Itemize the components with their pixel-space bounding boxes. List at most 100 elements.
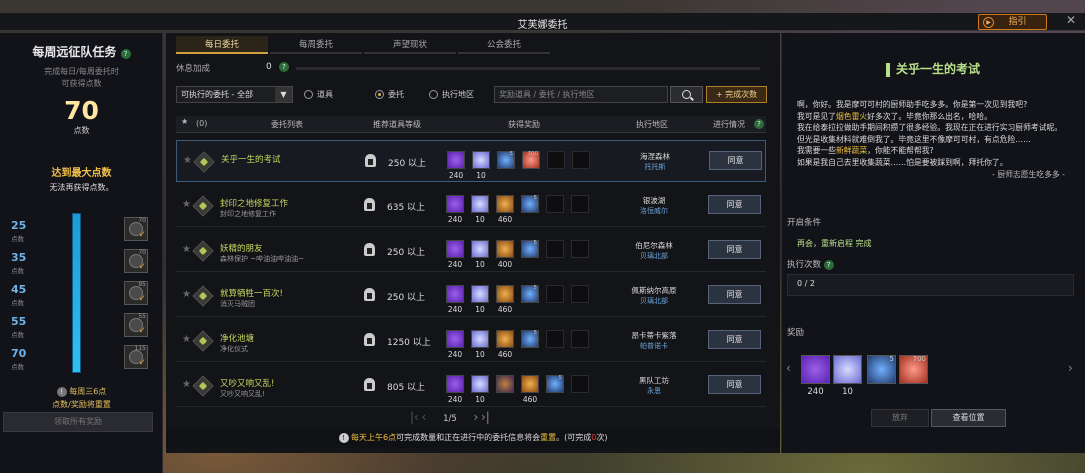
reward-gem-icon[interactable] bbox=[472, 151, 490, 169]
table-row[interactable]: ★ 妖精的朋友 森林保护 ~哔油油哔油油~ 250 以上 240 10 400 5 伯… bbox=[176, 230, 766, 272]
table-row[interactable]: ★ 净化池塘 净化仪式 1250 以上 240 10 460 5 昂卡蒂卡紫落 帕普诺… bbox=[176, 320, 766, 362]
star-icon[interactable]: ★ bbox=[181, 117, 188, 126]
reward-purple-icon[interactable] bbox=[446, 285, 464, 303]
reward-count: 10 bbox=[842, 387, 853, 397]
reward-purple-icon[interactable] bbox=[446, 375, 464, 393]
reward-heart-icon[interactable]: 700 bbox=[522, 151, 540, 169]
help-icon[interactable]: ? bbox=[120, 49, 131, 59]
reward-empty-icon[interactable] bbox=[572, 151, 590, 169]
last-page-icon[interactable]: ›| bbox=[481, 410, 490, 424]
claim-all-button[interactable]: 领取所有奖励 bbox=[3, 412, 153, 432]
reward-flask-icon[interactable] bbox=[496, 195, 514, 213]
tier-reward-box[interactable]: 115 ✓ bbox=[124, 345, 148, 369]
next-reward-icon[interactable]: › bbox=[1068, 361, 1073, 375]
star-icon[interactable]: ★ bbox=[183, 155, 192, 166]
exec-count-box bbox=[787, 274, 1074, 296]
reward-purple-icon[interactable] bbox=[446, 195, 464, 213]
tier-reward-box[interactable]: 95 ✓ bbox=[124, 281, 148, 305]
table-row[interactable]: ★ 关乎一生的考试 250 以上 240 10 5 700 海涅森林 托托斯 同意 bbox=[176, 140, 766, 182]
close-icon[interactable]: ✕ bbox=[1066, 13, 1076, 27]
abandon-button[interactable]: 放弃 bbox=[871, 409, 929, 427]
reward-empty-icon[interactable] bbox=[571, 330, 589, 348]
desc-line-1: 完成每日/每周委托时 bbox=[44, 67, 119, 76]
reward-blue-icon[interactable]: 5 bbox=[521, 285, 539, 303]
star-icon[interactable]: ★ bbox=[182, 199, 191, 210]
view-position-button[interactable]: 查看位置 bbox=[931, 409, 1006, 427]
agree-button[interactable]: 同意 bbox=[708, 285, 761, 304]
reward-gem-icon[interactable] bbox=[471, 375, 489, 393]
radio-item[interactable] bbox=[304, 90, 313, 99]
reward-empty-icon[interactable] bbox=[546, 195, 564, 213]
star-icon[interactable]: ★ bbox=[182, 379, 191, 390]
table-row[interactable]: ★ 就算牺牲一百次! 消灭马贼团 250 以上 240 10 460 5 佩斯纳尔高原… bbox=[176, 275, 766, 317]
reward-empty-icon[interactable] bbox=[571, 375, 589, 393]
reward-gem-icon[interactable] bbox=[471, 240, 489, 258]
agree-button[interactable]: 同意 bbox=[708, 330, 761, 349]
tier-reward-box[interactable]: 70 ✓ bbox=[124, 249, 148, 273]
tier-reward-box[interactable]: 55 ✓ bbox=[124, 313, 148, 337]
reward-mixed-icon[interactable] bbox=[496, 375, 514, 393]
reward-empty-icon[interactable] bbox=[546, 240, 564, 258]
reward-gem-icon[interactable] bbox=[471, 330, 489, 348]
tab-weekly[interactable]: 每周委托 bbox=[270, 36, 362, 54]
star-icon[interactable]: ★ bbox=[182, 289, 191, 300]
reward-purple-icon[interactable] bbox=[446, 330, 464, 348]
agree-button[interactable]: 同意 bbox=[708, 240, 761, 259]
reward-purple-icon[interactable] bbox=[801, 355, 830, 384]
reward-flask-icon[interactable] bbox=[496, 285, 514, 303]
agree-button[interactable]: 同意 bbox=[708, 195, 761, 214]
tab-reputation[interactable]: 声望现状 bbox=[364, 36, 456, 54]
filter-select[interactable]: 可执行的委托 - 全部 ▼ bbox=[176, 86, 293, 103]
reward-blue-icon[interactable]: 5 bbox=[521, 195, 539, 213]
reward-blue-icon[interactable]: 5 bbox=[521, 330, 539, 348]
reward-purple-icon[interactable] bbox=[447, 151, 465, 169]
reward-purple-icon[interactable] bbox=[446, 240, 464, 258]
star-icon[interactable]: ★ bbox=[182, 244, 191, 255]
tab-daily[interactable]: 每日委托 bbox=[176, 36, 268, 54]
search-icon[interactable] bbox=[670, 86, 703, 103]
reward-gem-icon[interactable] bbox=[833, 355, 862, 384]
reward-flask-icon[interactable] bbox=[521, 375, 539, 393]
reward-flask-icon[interactable] bbox=[496, 240, 514, 258]
reward-empty-icon[interactable] bbox=[546, 330, 564, 348]
guide-button[interactable]: ▶ 指引 bbox=[978, 14, 1047, 30]
reward-blue-icon[interactable]: 5 bbox=[546, 375, 564, 393]
radio-request[interactable] bbox=[375, 90, 384, 99]
star-icon[interactable]: ★ bbox=[182, 334, 191, 345]
help-icon[interactable]: ? bbox=[754, 119, 764, 129]
info-icon: ! bbox=[56, 387, 67, 397]
region-name: 黑队工坊 bbox=[639, 376, 669, 385]
reward-gem-icon[interactable] bbox=[471, 285, 489, 303]
reward-empty-icon[interactable] bbox=[547, 151, 565, 169]
reset-note-2: 点数/奖励将重置 bbox=[52, 400, 111, 409]
search-input[interactable]: 奖励道具 / 委托 / 执行地区 bbox=[494, 86, 668, 103]
reward-gem-icon[interactable] bbox=[471, 195, 489, 213]
reward-count: 240 bbox=[447, 350, 463, 359]
complete-count-button[interactable]: + 完成次数 bbox=[706, 86, 767, 103]
reward-empty-icon[interactable] bbox=[546, 285, 564, 303]
reward-blue-icon[interactable]: 5 bbox=[521, 240, 539, 258]
reward-flask-icon[interactable] bbox=[496, 330, 514, 348]
agree-button[interactable]: 同意 bbox=[709, 151, 762, 170]
reward-empty-icon[interactable] bbox=[571, 195, 589, 213]
region-name: 银波湖 bbox=[642, 196, 666, 205]
tier-reward-box[interactable]: 70 ✓ bbox=[124, 217, 148, 241]
table-row[interactable]: ★ 又吵又响又乱! 又吵又响又乱! 805 以上 240 10 460 5 黑队工坊 … bbox=[176, 365, 766, 407]
reward-blue-icon[interactable]: 5 bbox=[497, 151, 515, 169]
reward-blue-icon[interactable]: 5 bbox=[867, 355, 896, 384]
table-row[interactable]: ★ 封印之地修复工作 封印之地修复工作 635 以上 240 10 460 5 银波湖… bbox=[176, 185, 766, 227]
agree-button[interactable]: 同意 bbox=[708, 375, 761, 394]
reward-empty-icon[interactable] bbox=[571, 285, 589, 303]
prev-page-icon[interactable]: ‹ bbox=[422, 410, 427, 424]
reward-heart-icon[interactable]: 700 bbox=[899, 355, 928, 384]
tab-guild[interactable]: 公会委托 bbox=[458, 36, 550, 54]
prev-reward-icon[interactable]: ‹ bbox=[786, 361, 791, 375]
radio-region[interactable] bbox=[429, 90, 438, 99]
reward-count: 400 bbox=[497, 260, 513, 269]
first-page-icon[interactable]: |‹ bbox=[410, 410, 419, 424]
request-name: 关乎一生的考试 bbox=[221, 155, 281, 165]
help-icon[interactable]: ? bbox=[279, 62, 289, 72]
help-icon[interactable]: ? bbox=[823, 260, 834, 270]
next-page-icon[interactable]: › bbox=[473, 410, 478, 424]
reward-empty-icon[interactable] bbox=[571, 240, 589, 258]
